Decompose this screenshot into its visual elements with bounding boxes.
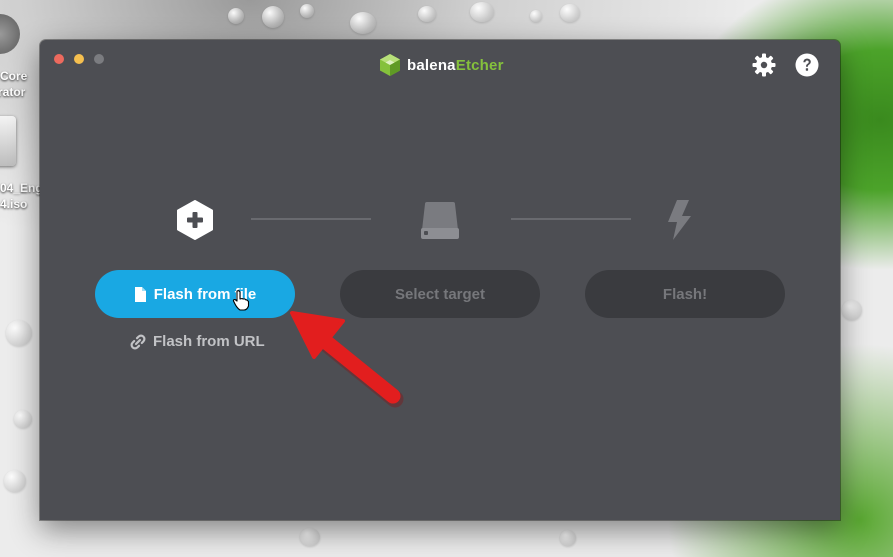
water-drop (300, 528, 320, 546)
desktop-icon-app-label-1: Core (0, 69, 28, 83)
water-drop (530, 10, 542, 22)
desktop-icon-iso-label-2: 4.iso (0, 197, 28, 211)
balena-cube-icon (380, 54, 400, 76)
window-maximize-button[interactable] (94, 54, 104, 64)
water-drop (4, 470, 26, 492)
desktop-icon-app-label-2: rator (0, 85, 26, 99)
app-title: balenaEtcher (407, 57, 504, 74)
water-drop (470, 2, 494, 22)
link-icon (130, 334, 146, 349)
drive-icon (421, 202, 459, 239)
step-connector-2 (511, 218, 631, 220)
flash-from-file-button[interactable]: Flash from file (95, 270, 295, 318)
help-button[interactable] (795, 53, 819, 77)
flash-from-url-link[interactable]: Flash from URL (130, 333, 265, 350)
water-drop (560, 530, 576, 546)
window-close-button[interactable] (54, 54, 64, 64)
flash-button[interactable]: Flash! (585, 270, 785, 318)
desktop-icon-iso-label-1: 04_Eng (0, 181, 43, 195)
water-drop (842, 300, 862, 320)
step-connector-1 (251, 218, 371, 220)
select-target-label: Select target (394, 285, 486, 303)
gear-icon (752, 53, 776, 77)
disk-image-icon (0, 116, 16, 166)
help-icon (795, 53, 819, 77)
water-drop (6, 320, 32, 346)
water-drop (262, 6, 284, 28)
flash-from-file-label: Flash from file (153, 285, 257, 303)
window-minimize-button[interactable] (74, 54, 84, 64)
app-title-part2: Etcher (455, 56, 504, 74)
flash-label: Flash! (662, 285, 708, 303)
app-title-part1: balena (407, 56, 456, 74)
water-drop (300, 4, 314, 18)
plus-icon (177, 200, 213, 240)
app-icon (0, 14, 20, 54)
water-drop (560, 4, 580, 22)
water-drop (228, 8, 244, 24)
water-drop (350, 12, 376, 34)
water-drop (14, 410, 32, 428)
flash-from-url-label: Flash from URL (153, 333, 265, 350)
file-icon (134, 286, 146, 302)
lightning-icon (668, 200, 691, 240)
etcher-window: balenaEtcher Flash from file Flash from … (40, 40, 840, 520)
settings-button[interactable] (752, 53, 776, 77)
select-target-button[interactable]: Select target (340, 270, 540, 318)
app-logo: balenaEtcher (379, 53, 504, 77)
water-drop (418, 6, 436, 22)
